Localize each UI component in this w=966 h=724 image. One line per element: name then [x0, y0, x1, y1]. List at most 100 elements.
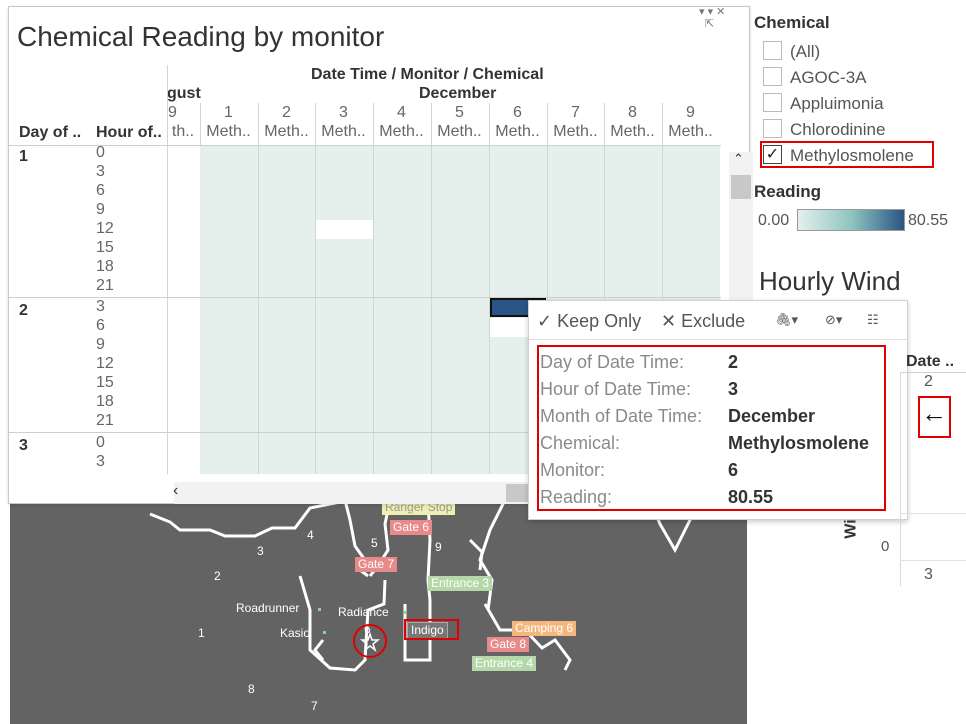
entrance-3-tag[interactable]: Entrance 3 — [428, 576, 493, 591]
exclude-label: Exclude — [681, 311, 746, 331]
chemical-option-label[interactable]: (All) — [790, 42, 820, 62]
column-monitor-number: 7 — [571, 104, 580, 121]
hour-label: 6 — [96, 182, 105, 199]
column-monitor-number: 9 — [168, 104, 177, 121]
monitor-1-label[interactable]: 1 — [198, 626, 205, 640]
column-monitor-number: 2 — [282, 104, 291, 121]
hour-label: 9 — [96, 336, 105, 353]
monitor-8-label[interactable]: 8 — [248, 682, 255, 696]
column-chemical-label: Meth.. — [321, 123, 366, 140]
gate-6-tag[interactable]: Gate 6 — [390, 520, 433, 535]
reading-legend-title: Reading — [754, 182, 822, 201]
column-monitor-number: 9 — [686, 104, 695, 121]
group-icon[interactable]: 🖇▾ — [775, 312, 798, 328]
column-monitor-number: 4 — [397, 104, 406, 121]
monitor-9-label[interactable]: 9 — [435, 540, 442, 554]
hour-label: 12 — [96, 220, 114, 237]
column-chemical-label: Meth.. — [437, 123, 482, 140]
tooltip-field-label: Monitor: — [540, 460, 606, 480]
reading-color-ramp — [797, 209, 905, 231]
camping-6-tag[interactable]: Camping 6 — [512, 621, 577, 636]
tooltip-field-value: 2 — [728, 352, 739, 372]
monitor-6-star-marker[interactable] — [353, 620, 387, 660]
mark-tooltip: ✓ Keep Only ✕ Exclude 🖇▾ ⊘▾ ☷ Day of Dat… — [528, 300, 908, 520]
hour-label: 15 — [96, 239, 114, 256]
column-chemical-label: Meth.. — [379, 123, 424, 140]
column-divider — [662, 103, 663, 145]
row-hours: 3 6 9 12 15 18 21 — [96, 297, 114, 430]
wind-gridline — [900, 560, 966, 561]
hour-label: 0 — [96, 144, 105, 161]
chemical-option-label[interactable]: AGOC-3A — [790, 68, 867, 88]
hour-label: 12 — [96, 355, 114, 372]
wind-axis-label: Wi — [842, 519, 860, 539]
tooltip-field-value: 3 — [728, 379, 739, 399]
entrance-4-tag[interactable]: Entrance 4 — [472, 656, 537, 671]
tooltip-field-value: 80.55 — [728, 487, 774, 507]
tooltip-divider — [529, 339, 907, 340]
column-divider — [315, 145, 316, 474]
popout-icon[interactable]: ⇱ — [705, 17, 714, 30]
hour-label: 0 — [96, 434, 105, 451]
column-divider — [604, 103, 605, 145]
column-divider — [258, 103, 259, 145]
gate-7-tag[interactable]: Gate 7 — [355, 557, 398, 572]
chemical-option-label[interactable]: Appluimonia — [790, 94, 884, 114]
hourly-wind-title: Hourly Wind — [759, 266, 901, 296]
column-monitor-number: 5 — [455, 104, 464, 121]
hour-label: 9 — [96, 201, 105, 218]
sensor-dot — [323, 631, 326, 634]
monitor-7-label[interactable]: 7 — [311, 699, 318, 713]
monitor-5-label[interactable]: 5 — [371, 536, 378, 550]
chemical-checkbox-appluimonia[interactable] — [763, 93, 782, 112]
chemical-option-label[interactable]: Chlorodinine — [790, 120, 885, 140]
chemical-checkbox-chlorodinine[interactable] — [763, 119, 782, 138]
column-chemical-label: th.. — [171, 123, 195, 140]
monitor-4-label[interactable]: 4 — [307, 528, 314, 542]
hour-label: 18 — [96, 258, 114, 275]
row-divider — [9, 145, 721, 146]
heatmap-cell-empty[interactable] — [316, 220, 373, 239]
hour-label: 21 — [96, 277, 114, 294]
hour-label: 3 — [96, 163, 105, 180]
monitor-map[interactable]: Ranger Stop Gate 6 Gate 7 Entrance 3 Ind… — [10, 500, 747, 724]
chemical-checkbox-agoc[interactable] — [763, 67, 782, 86]
gate-8-tag[interactable]: Gate 8 — [487, 637, 530, 652]
wind-gridline — [900, 513, 966, 514]
indigo-highlight — [404, 619, 459, 640]
column-chemical-label: Meth.. — [206, 123, 251, 140]
scroll-up-icon[interactable]: ⌃ — [733, 151, 744, 167]
row-header-day[interactable]: Day of .. — [19, 124, 81, 142]
monitor-3-label[interactable]: 3 — [257, 544, 264, 558]
tooltip-field-label: Reading: — [540, 487, 613, 507]
hour-label: 15 — [96, 374, 114, 391]
view-data-icon[interactable]: ☷ — [867, 312, 879, 328]
vertical-scroll-thumb[interactable] — [731, 175, 751, 199]
row-day-label: 2 — [19, 302, 28, 319]
wind-column-header[interactable]: Date .. — [906, 353, 954, 371]
column-divider — [373, 103, 374, 145]
wind-axis-zero: 0 — [881, 538, 890, 555]
column-divider — [258, 145, 259, 474]
tooltip-field-label: Day of Date Time: — [540, 352, 685, 372]
month-label: December — [419, 85, 497, 102]
hour-label: 3 — [96, 298, 105, 315]
exclude-button[interactable]: ✕ Exclude — [661, 311, 745, 332]
monitor-2-label[interactable]: 2 — [214, 569, 221, 583]
column-divider — [373, 145, 374, 474]
sensor-dot — [403, 611, 406, 614]
chemical-checkbox-all[interactable] — [763, 41, 782, 60]
row-day-label: 3 — [19, 437, 28, 454]
set-icon[interactable]: ⊘▾ — [825, 312, 842, 328]
scroll-left-icon[interactable]: ‹ — [173, 482, 178, 500]
wind-direction-arrow-icon[interactable]: ← — [919, 398, 949, 429]
tooltip-field-value: Methylosmolene — [728, 433, 870, 453]
column-divider — [547, 103, 548, 145]
keep-only-label: Keep Only — [557, 311, 642, 331]
wind-column-value: 2 — [924, 373, 933, 390]
column-monitor-number: 1 — [224, 104, 233, 121]
tooltip-field-value: 6 — [728, 460, 739, 480]
row-header-hour[interactable]: Hour of.. — [96, 124, 162, 142]
keep-only-button[interactable]: ✓ Keep Only — [537, 311, 641, 332]
column-chemical-label: Meth.. — [610, 123, 655, 140]
